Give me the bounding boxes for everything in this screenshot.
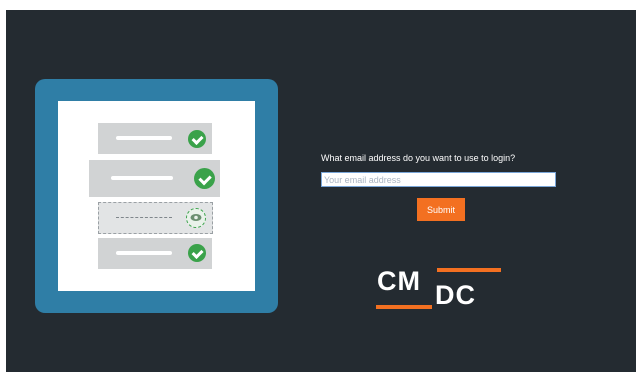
- illustration-field-3: [98, 202, 213, 234]
- email-input[interactable]: [321, 172, 556, 187]
- submit-button[interactable]: Submit: [417, 198, 465, 221]
- check-icon: [188, 244, 206, 262]
- login-illustration: [35, 79, 278, 313]
- cmdc-logo: CM DC: [372, 265, 504, 315]
- illustration-panel: [58, 101, 255, 291]
- eye-icon: [186, 208, 206, 228]
- check-icon: [188, 130, 206, 148]
- logo-text-top: CM: [377, 266, 421, 296]
- illustration-field-1: [98, 123, 212, 154]
- logo-text-bottom: DC: [435, 280, 476, 310]
- login-screen: What email address do you want to use to…: [6, 10, 636, 372]
- email-prompt: What email address do you want to use to…: [321, 153, 516, 163]
- illustration-field-2: [89, 160, 220, 197]
- illustration-field-4: [98, 238, 212, 269]
- check-icon: [194, 168, 215, 189]
